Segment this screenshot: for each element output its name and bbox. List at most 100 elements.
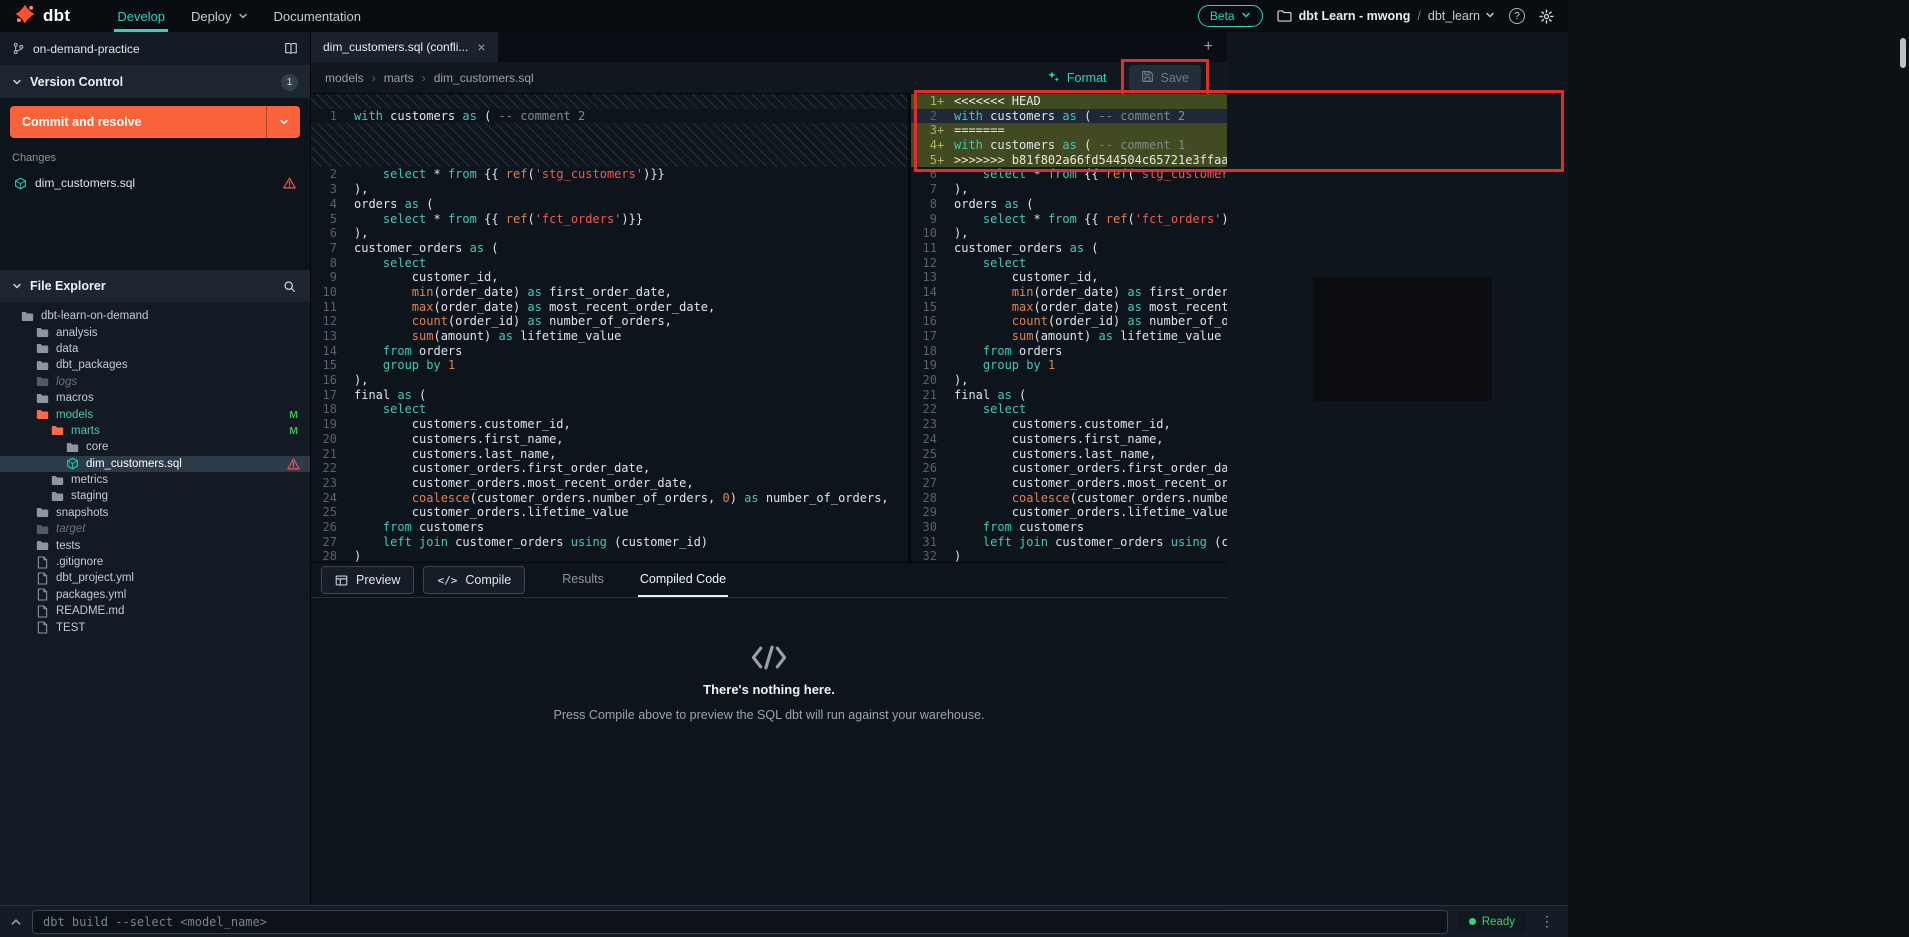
code-line-13[interactable]: 13 sum(amount) as lifetime_value [311,329,908,344]
breadcrumb-item[interactable]: models [325,71,364,85]
code-line-2[interactable]: 2with customers as ( -- comment 2 [911,109,1227,124]
code-line-24[interactable]: 24 customers.first_name, [911,432,1227,447]
compile-button[interactable]: </> Compile [423,566,525,594]
tree-item-data[interactable]: data [0,341,310,357]
command-input[interactable] [32,910,1448,934]
code-line-21[interactable]: 21 customers.last_name, [311,447,908,462]
code-line-10[interactable]: 10), [911,226,1227,241]
file-explorer-header[interactable]: File Explorer [0,270,310,302]
git-branch-row[interactable]: on-demand-practice [0,32,310,66]
code-line-3[interactable]: 3), [311,182,908,197]
code-line-19[interactable]: 19 customers.customer_id, [311,417,908,432]
project-dropdown[interactable]: dbt_learn [1428,9,1495,23]
code-line-26[interactable]: 26 customer_orders.first_order_date, [911,461,1227,476]
breadcrumb-item[interactable]: dim_customers.sql [434,71,534,85]
tree-item-packages-yml[interactable]: packages.yml [0,587,310,603]
tree-item-target[interactable]: target [0,521,310,537]
tab-results[interactable]: Results [560,563,606,597]
tree-item-test[interactable]: TEST [0,619,310,635]
code-line-23[interactable]: 23 customer_orders.most_recent_order_dat… [311,476,908,491]
code-line-8[interactable]: 8 select [311,256,908,271]
tab-compiled-code[interactable]: Compiled Code [638,563,728,597]
code-line-22[interactable]: 22 customer_orders.first_order_date, [311,461,908,476]
code-line-2[interactable]: 2 select * from {{ ref('stg_customers')}… [311,167,908,182]
code-line-31[interactable]: 31 left join customer_orders using (cust… [911,535,1227,550]
tree-item--gitignore[interactable]: .gitignore [0,554,310,570]
help-button[interactable]: ? [1509,8,1525,24]
tree-item-macros[interactable]: macros [0,390,310,406]
code-line-32[interactable]: 32) [911,549,1227,562]
code-line-8[interactable]: 8orders as ( [911,197,1227,212]
tree-item-analysis[interactable]: analysis [0,324,310,340]
code-line-11[interactable]: 11 max(order_date) as most_recent_order_… [311,300,908,315]
file-search-icon[interactable] [281,278,298,295]
expand-panel-chevron-up-icon[interactable] [10,916,22,928]
code-line-23[interactable]: 23 customers.customer_id, [911,417,1227,432]
code-line-24[interactable]: 24 coalesce(customer_orders.number_of_or… [311,491,908,506]
tree-item-core[interactable]: core [0,439,310,455]
code-line-5[interactable]: 5 select * from {{ ref('fct_orders')}} [311,212,908,227]
changed-file-dim-customers[interactable]: dim_customers.sql [10,172,300,194]
new-tab-button[interactable]: + [1190,32,1227,62]
tree-item-marts[interactable]: martsM [0,423,310,439]
commit-and-resolve-button[interactable]: Commit and resolve [10,106,300,138]
code-line-14[interactable]: 14 min(order_date) as first_order_date, [911,285,1227,300]
code-line-22[interactable]: 22 select [911,402,1227,417]
code-line-5[interactable]: 5+>>>>>>> b81f802a66fd544504c65721e3ffaa… [911,153,1227,168]
code-line-1[interactable]: 1with customers as ( -- comment 2 [311,109,908,124]
page-scrollbar[interactable] [1900,38,1906,68]
code-line-27[interactable]: 27 left join customer_orders using (cust… [311,535,908,550]
code-line-9[interactable]: 9 select * from {{ ref('fct_orders')}} [911,212,1227,227]
tab-dim-customers[interactable]: dim_customers.sql (confli... × [311,32,499,62]
code-line-13[interactable]: 13 customer_id, [911,270,1227,285]
tree-item-staging[interactable]: staging [0,488,310,504]
code-line-28[interactable]: 28) [311,549,908,562]
breadcrumb-item[interactable]: marts [384,71,414,85]
code-line-25[interactable]: 25 customers.last_name, [911,447,1227,462]
settings-gear-icon[interactable] [1539,9,1554,24]
code-line-18[interactable]: 18 select [311,402,908,417]
code-line-19[interactable]: 19 group by 1 [911,358,1227,373]
save-button[interactable]: Save [1129,65,1202,91]
code-line-1[interactable]: 1+<<<<<<< HEAD [911,94,1227,109]
code-line-17[interactable]: 17 sum(amount) as lifetime_value [911,329,1227,344]
code-line-14[interactable]: 14 from orders [311,344,908,359]
docs-reader-icon[interactable] [284,42,298,55]
nav-item-deploy[interactable]: Deploy [178,0,260,32]
code-line-16[interactable]: 16), [311,373,908,388]
dbt-logo[interactable]: dbt [14,3,70,30]
version-control-header[interactable]: Version Control 1 [0,66,310,98]
code-line-10[interactable]: 10 min(order_date) as first_order_date, [311,285,908,300]
kebab-menu-icon[interactable]: ⋮ [1536,913,1558,930]
account-name[interactable]: dbt Learn - mwong [1299,9,1411,23]
tree-item-dbt-packages[interactable]: dbt_packages [0,357,310,373]
code-line-6[interactable]: 6), [311,226,908,241]
code-line-3[interactable]: 3+======= [911,123,1227,138]
code-line-17[interactable]: 17final as ( [311,388,908,403]
status-ready-badge[interactable]: Ready [1458,912,1526,932]
code-line-20[interactable]: 20), [911,373,1227,388]
tree-item-tests[interactable]: tests [0,537,310,553]
code-line-29[interactable]: 29 customer_orders.lifetime_value [911,505,1227,520]
code-line-20[interactable]: 20 customers.first_name, [311,432,908,447]
tree-item-dim-customers-sql[interactable]: dim_customers.sql [0,456,310,472]
tree-item-dbt-learn-on-demand[interactable]: dbt-learn-on-demand [0,308,310,324]
code-line-16[interactable]: 16 count(order_id) as number_of_orders, [911,314,1227,329]
code-line-4[interactable]: 4orders as ( [311,197,908,212]
code-line-28[interactable]: 28 coalesce(customer_orders.number_of_or… [911,491,1227,506]
code-line-7[interactable]: 7), [911,182,1227,197]
tree-item-models[interactable]: modelsM [0,406,310,422]
tree-item-logs[interactable]: logs [0,374,310,390]
diff-pane-incoming[interactable]: 1+<<<<<<< HEAD2with customers as ( -- co… [911,94,1227,562]
nav-item-develop[interactable]: Develop [104,0,178,32]
commit-options-caret[interactable] [266,106,300,138]
tree-item-metrics[interactable]: metrics [0,472,310,488]
code-line-21[interactable]: 21final as ( [911,388,1227,403]
code-line-15[interactable]: 15 max(order_date) as most_recent_order_… [911,300,1227,315]
code-line-9[interactable]: 9 customer_id, [311,270,908,285]
code-line-26[interactable]: 26 from customers [311,520,908,535]
beta-dropdown[interactable]: Beta [1198,5,1263,27]
format-button[interactable]: Format [1047,70,1107,86]
code-line-27[interactable]: 27 customer_orders.most_recent_order_dat… [911,476,1227,491]
code-line-6[interactable]: 6 select * from {{ ref('stg_customers')}… [911,167,1227,182]
